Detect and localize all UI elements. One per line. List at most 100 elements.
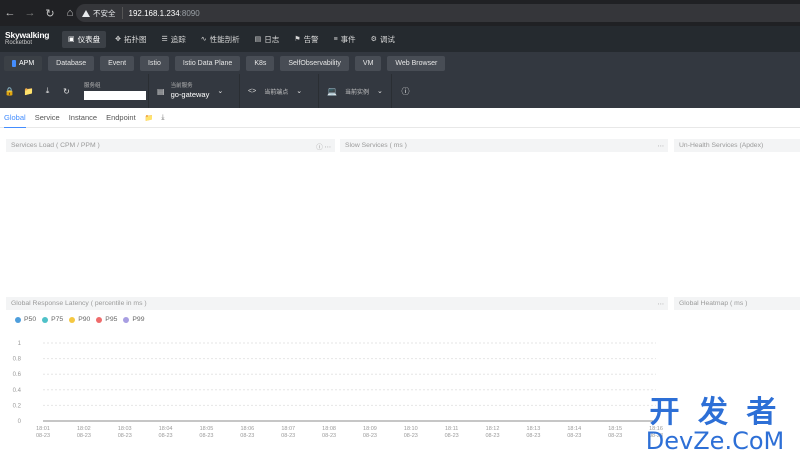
subtab[interactable]: Service [35, 108, 60, 128]
nav-item[interactable]: ∿ 性能剖析 [195, 31, 246, 48]
legend-swatch [69, 316, 76, 323]
service-group-caption: 服务组 [84, 82, 101, 89]
more-icon[interactable]: ⋯ [658, 300, 665, 308]
layer-tab[interactable]: Istio [140, 55, 169, 71]
legend-label: P75 [51, 316, 64, 323]
folder-icon[interactable]: 📁 [145, 114, 154, 122]
debug-icon: ⚙ [370, 36, 377, 43]
current-instance-caption: 当前实例 [344, 89, 369, 96]
layer-tab-label: K8s [254, 59, 267, 67]
logo-subtitle: Rocketbot [5, 40, 33, 46]
lock-icon[interactable]: 🔒 [0, 74, 19, 108]
current-endpoint-selector[interactable]: <> 当前端点 ⌄ [240, 74, 318, 108]
nav-item[interactable]: ⚑ 告警 [288, 31, 324, 48]
legend-item[interactable]: P99 [123, 316, 144, 323]
layer-tab-label: Event [108, 59, 127, 67]
url-host: 192.168.1.234 [128, 8, 180, 18]
chevron-down-icon: ⌄ [217, 88, 224, 95]
reload-icon[interactable]: ↻ [40, 0, 60, 26]
service-group-input[interactable] [84, 90, 146, 100]
layer-tab-label: Istio Data Plane [182, 59, 233, 67]
current-instance-selector[interactable]: 💻 当前实例 ⌄ [319, 74, 391, 108]
layer-tab[interactable]: Web Browser [387, 55, 446, 71]
subtab[interactable]: Instance [69, 108, 97, 128]
refresh-icon[interactable]: ↻ [57, 74, 76, 108]
nav-item[interactable]: ☰ 追踪 [156, 31, 192, 48]
profile-icon: ∿ [200, 36, 207, 43]
address-bar[interactable]: 不安全 192.168.1.234:8090 [76, 4, 800, 22]
instance-icon: 💻 [327, 86, 337, 96]
layer-tab-label: Istio [148, 59, 161, 67]
watermark-line2: DevZe.CoM [645, 427, 785, 455]
legend-item[interactable]: P95 [96, 316, 117, 323]
legend-item[interactable]: P75 [42, 316, 63, 323]
layer-tab[interactable]: SelfObservability [280, 55, 349, 71]
dashboard-subtabs: Global Service Instance Endpoint 📁 ⤓ [0, 108, 800, 128]
legend-swatch [123, 316, 130, 323]
legend-swatch [96, 316, 103, 323]
legend-item[interactable]: P90 [69, 316, 90, 323]
download-icon[interactable]: ⤓ [161, 114, 164, 122]
warning-icon [82, 9, 90, 17]
layer-tab[interactable]: Istio Data Plane [174, 55, 241, 71]
layer-tab[interactable]: Database [48, 55, 95, 71]
download-icon[interactable]: ⤓ [38, 74, 57, 108]
current-endpoint-caption: 当前端点 [264, 89, 289, 96]
nav-item-label: 性能剖析 [209, 34, 240, 44]
dashboard-toolbar: 🔒 📁 ⤓ ↻ 服务组 ▤ 当前服务 go-gateway ⌄ <> 当前端点 … [0, 74, 800, 108]
legend-item[interactable]: P50 [15, 316, 36, 323]
nav-item[interactable]: ≡ 事件 [328, 31, 362, 48]
topology-icon: ✥ [115, 36, 121, 43]
service-group-selector[interactable]: 服务组 [76, 74, 146, 108]
skywalking-logo: Skywalking Rocketbot [0, 31, 62, 47]
layer-tab-label: Web Browser [395, 59, 438, 67]
panel-title: Un-Health Services (Apdex) [679, 142, 764, 149]
layer-tab[interactable]: Event [100, 55, 135, 71]
layer-tab-label: Database [56, 59, 87, 67]
alarm-icon: ⚑ [294, 36, 301, 43]
watermark-line1: 开 发 者 [649, 395, 781, 430]
app-top-nav: Skywalking Rocketbot ▣ 仪表盘 ✥ 拓扑图 ☰ 追踪 ∿ 性能剖析 ▤ 日志… [0, 26, 800, 52]
more-icon[interactable]: ⋯ [658, 142, 665, 150]
panel-title: Global Response Latency ( percentile in … [11, 300, 147, 307]
layer-tab-label: VM [362, 59, 374, 67]
panel-title: Services Load ( CPM / PPM ) [11, 142, 100, 149]
current-service-caption: 当前服务 [170, 83, 193, 89]
log-icon: ▤ [254, 36, 262, 43]
layer-tab[interactable]: VM [354, 55, 382, 71]
url-port: :8090 [179, 8, 200, 18]
panel-title: Global Heatmap ( ms ) [679, 300, 748, 307]
legend-label: P50 [24, 316, 37, 323]
info-icon[interactable]: ⓘ ⋯ [316, 141, 331, 151]
current-service-selector[interactable]: ▤ 当前服务 go-gateway ⌄ [149, 74, 239, 108]
nav-item[interactable]: ✥ 拓扑图 [109, 31, 152, 48]
browser-toolbar: ← → ↻ ⌂ 不安全 192.168.1.234:8090 [0, 0, 800, 26]
dashboard-icon: ▣ [68, 36, 75, 43]
layer-tab[interactable]: APM [4, 55, 43, 71]
active-indicator [12, 59, 16, 67]
not-secure-indicator[interactable]: 不安全 [82, 7, 123, 19]
subtab[interactable]: Global [4, 108, 26, 128]
back-icon[interactable]: ← [0, 0, 20, 26]
trace-icon: ☰ [161, 36, 168, 43]
info-icon[interactable]: ⓘ [396, 74, 415, 108]
service-icon: ▤ [157, 86, 165, 96]
logo-title: Skywalking [5, 30, 50, 40]
event-icon: ≡ [333, 35, 338, 43]
nav-item-label: 仪表盘 [77, 34, 101, 44]
layer-tab-label: APM [19, 59, 35, 67]
nav-item-label: 拓扑图 [124, 34, 147, 44]
legend-label: P90 [78, 316, 91, 323]
layer-tab[interactable]: K8s [246, 55, 275, 71]
watermark: 开 发 者 DevZe.CoM [640, 398, 790, 460]
subtab[interactable]: Endpoint [106, 108, 136, 128]
nav-item[interactable]: ▤ 日志 [249, 31, 286, 48]
folder-icon[interactable]: 📁 [19, 74, 38, 108]
legend-label: P99 [132, 316, 145, 323]
nav-item-label: 追踪 [170, 34, 186, 44]
forward-icon[interactable]: → [20, 0, 40, 26]
layer-tab-label: SelfObservability [288, 59, 341, 67]
nav-item[interactable]: ▣ 仪表盘 [62, 30, 107, 48]
nav-item[interactable]: ⚙ 调试 [365, 31, 401, 48]
services-load-panel: Services Load ( CPM / PPM ) ⓘ ⋯ [6, 139, 335, 291]
